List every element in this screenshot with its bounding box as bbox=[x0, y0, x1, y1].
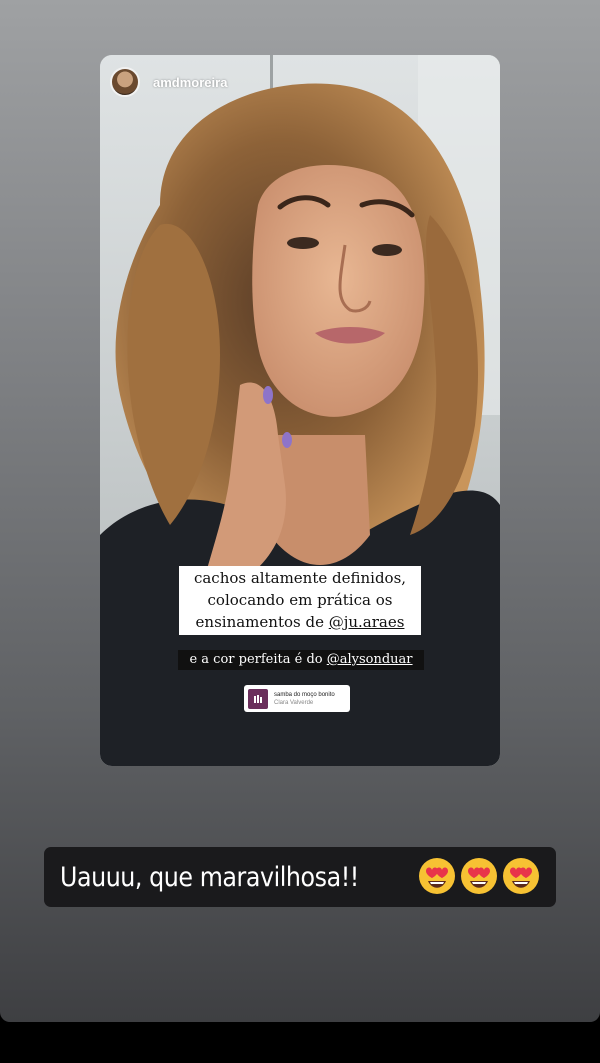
bottom-bar bbox=[0, 1022, 600, 1063]
credit-text-box: e a cor perfeita é do @alysonduar bbox=[178, 650, 424, 670]
caption-text-box: cachos altamente definidos, colocando em… bbox=[179, 566, 421, 635]
story-card[interactable]: amdmoreira cachos altamente definidos, c… bbox=[100, 55, 500, 766]
heart-eyes-emoji-icon bbox=[419, 858, 455, 894]
caption-line: ensinamentos de bbox=[195, 613, 329, 631]
caption-mention[interactable]: @ju.araes bbox=[329, 613, 405, 631]
caption-line-with-mention: ensinamentos de @ju.araes bbox=[179, 611, 421, 633]
story-username[interactable]: amdmoreira bbox=[153, 75, 227, 90]
music-info: samba do moço bonito Clara Valverde bbox=[274, 691, 335, 707]
music-bars-icon bbox=[254, 694, 262, 703]
reply-message-bubble: Uauuu, que maravilhosa!! bbox=[44, 847, 556, 907]
reply-text: Uauuu, que maravilhosa!! bbox=[60, 861, 359, 893]
credit-mention[interactable]: @alysonduar bbox=[327, 652, 413, 667]
heart-eyes-emoji-icon bbox=[503, 858, 539, 894]
music-artist: Clara Valverde bbox=[274, 699, 314, 706]
heart-eyes-emoji-icon bbox=[461, 858, 497, 894]
story-reply-screen: amdmoreira cachos altamente definidos, c… bbox=[0, 0, 600, 1022]
story-header: amdmoreira bbox=[110, 66, 227, 98]
avatar[interactable] bbox=[110, 67, 140, 97]
caption-line: colocando em prática os bbox=[207, 591, 393, 609]
credit-text: e a cor perfeita é do bbox=[189, 652, 327, 667]
emoji-row bbox=[417, 856, 543, 896]
caption-line: cachos altamente definidos, bbox=[193, 569, 407, 587]
music-sticker[interactable]: samba do moço bonito Clara Valverde bbox=[244, 685, 350, 712]
music-title: samba do moço bonito bbox=[274, 691, 335, 698]
music-album-art-icon bbox=[248, 688, 268, 709]
